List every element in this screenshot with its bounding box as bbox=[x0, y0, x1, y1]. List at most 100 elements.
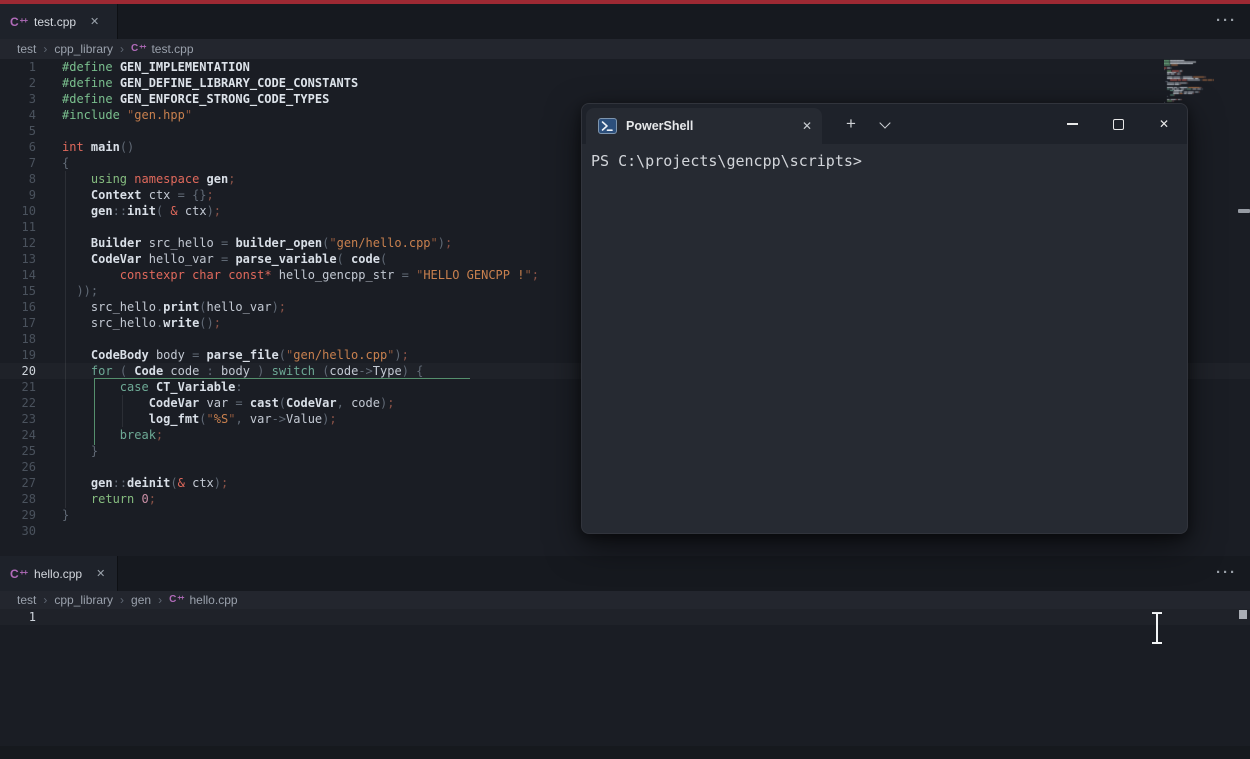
close-button[interactable]: ✕ bbox=[1141, 104, 1187, 144]
code-token: : bbox=[235, 380, 242, 394]
line-number: 27 bbox=[0, 476, 36, 490]
terminal-tab-title: PowerShell bbox=[626, 119, 802, 133]
line-number: 9 bbox=[0, 188, 36, 202]
code-token: ; bbox=[207, 188, 214, 202]
code-text: src_hello.print(hello_var); bbox=[62, 300, 286, 314]
code-token: init bbox=[127, 204, 156, 218]
code-token: for bbox=[91, 364, 113, 378]
code-token bbox=[149, 348, 156, 362]
breadcrumb: test›cpp_library›gen›C++hello.cpp bbox=[0, 591, 1250, 609]
code-token: ; bbox=[532, 268, 539, 282]
code-token: print bbox=[163, 300, 199, 314]
line-number: 6 bbox=[0, 140, 36, 154]
line-number: 15 bbox=[0, 284, 36, 298]
code-token: ( bbox=[279, 348, 286, 362]
close-icon[interactable]: ✕ bbox=[96, 567, 105, 580]
code-text: #define GEN_DEFINE_LIBRARY_CODE_CONSTANT… bbox=[62, 76, 358, 90]
code-line[interactable]: 2 #define GEN_DEFINE_LIBRARY_CODE_CONSTAN… bbox=[0, 75, 1250, 91]
breadcrumb-item[interactable]: test bbox=[17, 593, 36, 607]
new-tab-button[interactable]: + bbox=[846, 114, 856, 134]
code-text: CodeBody body = parse_file("gen/hello.cp… bbox=[62, 348, 409, 362]
code-token: = bbox=[214, 252, 236, 266]
code-token bbox=[62, 268, 120, 282]
code-token: ; bbox=[221, 476, 228, 490]
code-token: GEN_IMPLEMENTATION bbox=[120, 60, 250, 74]
line-number: 28 bbox=[0, 492, 36, 506]
breadcrumb-separator: › bbox=[43, 593, 47, 607]
code-token bbox=[84, 140, 91, 154]
code-token: cast bbox=[250, 396, 279, 410]
code-token: ) bbox=[394, 348, 401, 362]
terminal-titlebar[interactable]: PowerShell ✕ + ✕ bbox=[582, 104, 1187, 144]
tab-hello-cpp[interactable]: C++ hello.cpp ✕ bbox=[0, 556, 118, 591]
minimize-button[interactable] bbox=[1049, 104, 1095, 144]
code-token bbox=[62, 348, 91, 362]
code-token bbox=[113, 60, 120, 74]
code-token bbox=[113, 92, 120, 106]
code-token: = {} bbox=[170, 188, 206, 202]
code-text: { bbox=[62, 156, 69, 170]
close-icon[interactable]: ✕ bbox=[802, 119, 812, 133]
breadcrumb-item[interactable]: cpp_library bbox=[54, 593, 113, 607]
line-number: 26 bbox=[0, 460, 36, 474]
code-token: = bbox=[185, 348, 207, 362]
code-token: " bbox=[207, 412, 214, 426]
code-editor-hello-cpp[interactable]: 1 bbox=[0, 609, 1250, 746]
code-token: ) bbox=[207, 204, 214, 218]
cpp-file-icon: C++ bbox=[131, 44, 145, 54]
breadcrumb-item[interactable]: test bbox=[17, 42, 36, 56]
line-number: 8 bbox=[0, 172, 36, 186]
code-token: ctx bbox=[149, 188, 171, 202]
code-token: " bbox=[185, 108, 192, 122]
code-token bbox=[272, 268, 279, 282]
code-token bbox=[113, 76, 120, 90]
overview-ruler-mark bbox=[1238, 209, 1250, 213]
line-number: 20 bbox=[0, 364, 36, 378]
code-text: return 0; bbox=[62, 492, 156, 506]
code-token bbox=[120, 108, 127, 122]
breadcrumb-item[interactable]: hello.cpp bbox=[190, 593, 238, 607]
line-number: 12 bbox=[0, 236, 36, 250]
tab-test-cpp[interactable]: C++ test.cpp ✕ bbox=[0, 4, 118, 39]
minimap[interactable] bbox=[1164, 59, 1214, 106]
code-token bbox=[62, 252, 91, 266]
code-token: GEN_ENFORCE_STRONG_CODE_TYPES bbox=[120, 92, 330, 106]
breadcrumb-item[interactable]: cpp_library bbox=[54, 42, 113, 56]
code-text: constexpr char const* hello_gencpp_str =… bbox=[62, 268, 539, 282]
terminal-tab-powershell[interactable]: PowerShell ✕ bbox=[586, 108, 822, 144]
editor-actions-more-icon[interactable]: ··· bbox=[1216, 12, 1237, 29]
breadcrumb-item[interactable]: test.cpp bbox=[151, 42, 193, 56]
breadcrumb-item[interactable]: gen bbox=[131, 593, 151, 607]
code-token: ; bbox=[149, 492, 156, 506]
code-text: gen::init( & ctx); bbox=[62, 204, 221, 218]
line-number: 24 bbox=[0, 428, 36, 442]
code-token bbox=[62, 492, 91, 506]
code-line[interactable]: 1 bbox=[0, 609, 1250, 625]
tab-label: hello.cpp bbox=[34, 567, 82, 581]
terminal-body[interactable]: PS C:\projects\gencpp\scripts> bbox=[582, 144, 1187, 178]
code-text: Builder src_hello = builder_open("gen/he… bbox=[62, 236, 452, 250]
code-token bbox=[134, 492, 141, 506]
editor-actions-more-icon[interactable]: ··· bbox=[1216, 564, 1237, 581]
code-token: body bbox=[221, 364, 250, 378]
code-token bbox=[62, 428, 120, 442]
code-token bbox=[62, 412, 149, 426]
code-token: char bbox=[192, 268, 221, 282]
code-token: gen bbox=[91, 476, 113, 490]
code-token: case bbox=[120, 380, 149, 394]
code-token: " bbox=[524, 268, 531, 282]
code-line[interactable]: 1#define GEN_IMPLEMENTATION bbox=[0, 59, 1250, 75]
code-token: = bbox=[214, 236, 236, 250]
code-token: hello_var bbox=[149, 252, 214, 266]
chevron-down-icon[interactable] bbox=[878, 117, 892, 131]
line-number: 2 bbox=[0, 76, 36, 90]
code-token: () bbox=[199, 316, 213, 330]
maximize-button[interactable] bbox=[1095, 104, 1141, 144]
bottom-strip bbox=[0, 746, 1250, 759]
code-text: )); bbox=[62, 284, 98, 298]
tabbar-bottom: C++ hello.cpp ✕ ··· bbox=[0, 556, 1250, 591]
close-icon[interactable]: ✕ bbox=[90, 15, 99, 28]
code-token: ; bbox=[445, 236, 452, 250]
line-number: 5 bbox=[0, 124, 36, 138]
scrollbar-thumb[interactable] bbox=[1239, 610, 1247, 619]
